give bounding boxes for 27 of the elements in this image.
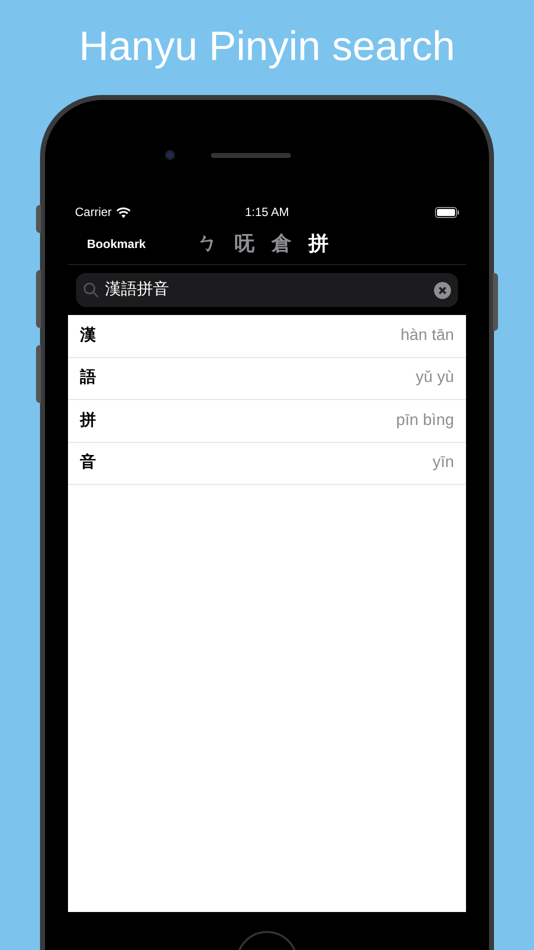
- pinyin: yǔ yù: [416, 368, 454, 388]
- bookmark-button[interactable]: Bookmark: [87, 235, 146, 253]
- battery-icon: [435, 206, 459, 218]
- mode-tab[interactable]: 呒: [234, 229, 255, 259]
- carrier-label: Carrier: [75, 204, 112, 221]
- result-row[interactable]: 拼 pīn bìng: [68, 400, 466, 442]
- camera-icon: [165, 150, 175, 160]
- result-row[interactable]: 語 yǔ yù: [68, 358, 466, 400]
- search-field[interactable]: 漢語拼音: [76, 273, 458, 307]
- character: 音: [80, 452, 96, 474]
- pinyin: hàn tān: [400, 326, 454, 346]
- search-query: 漢語拼音: [105, 280, 169, 300]
- wifi-icon: [116, 206, 131, 218]
- clear-icon[interactable]: [434, 282, 451, 298]
- mode-tab[interactable]: ㄅ: [198, 229, 218, 259]
- mode-tab[interactable]: 倉: [272, 229, 292, 259]
- character: 語: [80, 367, 96, 388]
- clock: 1:15 AM: [244, 204, 290, 221]
- pinyin: pīn bìng: [396, 410, 454, 431]
- pinyin: yīn: [432, 453, 454, 474]
- headline: Hanyu Pinyin search: [78, 22, 456, 70]
- character: 拼: [80, 410, 96, 431]
- mode-tab[interactable]: 拼: [308, 229, 329, 259]
- result-row[interactable]: 漢 hàn tān: [68, 315, 466, 358]
- character: 漢: [80, 326, 96, 346]
- search-icon: [83, 282, 99, 298]
- result-row[interactable]: 音 yīn: [68, 442, 466, 485]
